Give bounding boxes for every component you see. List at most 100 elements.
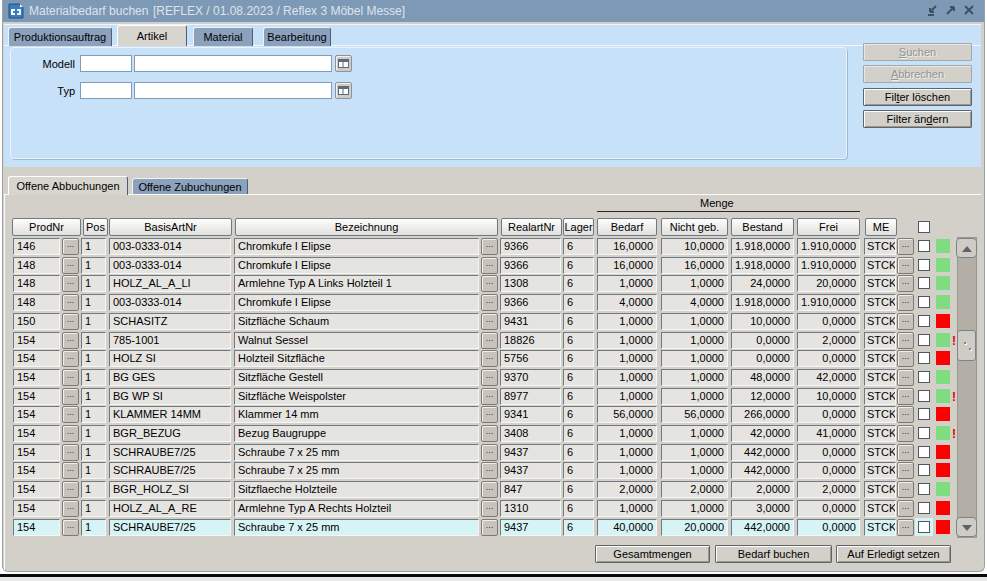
cell-me[interactable]: STCK bbox=[864, 406, 896, 423]
cell-basisartnr[interactable]: BGR_HOLZ_SI bbox=[109, 481, 231, 498]
cell-bedarf[interactable]: 16,0000 bbox=[597, 257, 657, 274]
row-lov-button[interactable]: ... bbox=[62, 500, 79, 517]
modell-text-input[interactable] bbox=[134, 55, 332, 72]
cell-bestand[interactable]: 10,0000 bbox=[731, 313, 794, 330]
cell-bedarf[interactable]: 1,0000 bbox=[597, 332, 657, 349]
cell-bezeichnung[interactable]: Chromkufe I Elipse bbox=[234, 294, 479, 311]
cell-lager[interactable]: 6 bbox=[563, 275, 594, 292]
cell-bedarf[interactable]: 1,0000 bbox=[597, 388, 657, 405]
cell-lager[interactable]: 6 bbox=[563, 481, 594, 498]
row-lov-button[interactable]: ... bbox=[481, 257, 498, 274]
cell-bezeichnung[interactable]: Klammer 14 mm bbox=[234, 406, 479, 423]
cell-realartnr[interactable]: 9366 bbox=[500, 294, 561, 311]
cell-me[interactable]: STCK bbox=[864, 238, 896, 255]
cell-bestand[interactable]: 442,0000 bbox=[731, 462, 794, 479]
cell-bedarf[interactable]: 56,0000 bbox=[597, 406, 657, 423]
cell-bestand[interactable]: 42,0000 bbox=[731, 425, 794, 442]
row-lov-button[interactable]: ... bbox=[62, 294, 79, 311]
cell-frei[interactable]: 10,0000 bbox=[797, 388, 860, 405]
cell-bedarf[interactable]: 4,0000 bbox=[597, 294, 657, 311]
row-lov-button[interactable]: ... bbox=[62, 388, 79, 405]
typ-text-input[interactable] bbox=[134, 82, 332, 99]
row-lov-button[interactable]: ... bbox=[62, 519, 79, 536]
cell-lager[interactable]: 6 bbox=[563, 332, 594, 349]
column-header-pos[interactable]: Pos bbox=[83, 218, 108, 236]
filter-button-abbrechen[interactable]: Abbrechen bbox=[863, 65, 972, 83]
row-lov-button[interactable]: ... bbox=[897, 519, 914, 536]
column-header-frei[interactable]: Frei bbox=[797, 218, 860, 236]
close-icon[interactable] bbox=[962, 3, 976, 17]
cell-nicht_geb[interactable]: 1,0000 bbox=[661, 462, 728, 479]
cell-frei[interactable]: 1.910,0000 bbox=[797, 294, 860, 311]
row-checkbox[interactable] bbox=[918, 296, 930, 308]
modell-code-input[interactable] bbox=[80, 55, 132, 72]
auf-erledigt-setzen-button[interactable]: Auf Erledigt setzen bbox=[836, 545, 951, 563]
cell-nicht_geb[interactable]: 1,0000 bbox=[661, 369, 728, 386]
cell-basisartnr[interactable]: 785-1001 bbox=[109, 332, 231, 349]
tab-material[interactable]: Material bbox=[193, 27, 253, 46]
cell-bezeichnung[interactable]: Chromkufe I Elipse bbox=[234, 238, 479, 255]
cell-prodnr[interactable]: 154 bbox=[13, 406, 60, 423]
column-header-realartnr[interactable]: RealartNr bbox=[501, 218, 562, 236]
cell-bezeichnung[interactable]: Sitzfläche Weispolster bbox=[234, 388, 479, 405]
column-header-bestand[interactable]: Bestand bbox=[731, 218, 794, 236]
title-bar[interactable]: Materialbedarf buchen [REFLEX / 01.08.20… bbox=[3, 0, 984, 22]
cell-bedarf[interactable]: 16,0000 bbox=[597, 238, 657, 255]
row-lov-button[interactable]: ... bbox=[897, 388, 914, 405]
row-checkbox[interactable] bbox=[918, 483, 930, 495]
row-checkbox[interactable] bbox=[918, 277, 930, 289]
row-checkbox[interactable] bbox=[918, 521, 930, 533]
cell-lager[interactable]: 6 bbox=[563, 500, 594, 517]
cell-nicht_geb[interactable]: 16,0000 bbox=[661, 257, 728, 274]
cell-nicht_geb[interactable]: 1,0000 bbox=[661, 350, 728, 367]
row-lov-button[interactable]: ... bbox=[481, 294, 498, 311]
cell-pos[interactable]: 1 bbox=[81, 238, 106, 255]
cell-lager[interactable]: 6 bbox=[563, 406, 594, 423]
column-header-me[interactable]: ME bbox=[865, 218, 897, 236]
cell-lager[interactable]: 6 bbox=[563, 444, 594, 461]
cell-lager[interactable]: 6 bbox=[563, 238, 594, 255]
cell-bestand[interactable]: 442,0000 bbox=[731, 519, 794, 536]
column-header-lager[interactable]: Lager bbox=[563, 218, 594, 236]
row-lov-button[interactable]: ... bbox=[62, 313, 79, 330]
cell-pos[interactable]: 1 bbox=[81, 500, 106, 517]
cell-me[interactable]: STCK bbox=[864, 350, 896, 367]
column-header-bedarf[interactable]: Bedarf bbox=[597, 218, 657, 236]
row-lov-button[interactable]: ... bbox=[481, 406, 498, 423]
row-lov-button[interactable]: ... bbox=[62, 406, 79, 423]
row-checkbox[interactable] bbox=[918, 240, 930, 252]
row-lov-button[interactable]: ... bbox=[62, 462, 79, 479]
filter-button-filter-l-schen[interactable]: Filter löschen bbox=[863, 88, 972, 106]
row-lov-button[interactable]: ... bbox=[481, 238, 498, 255]
cell-realartnr[interactable]: 1310 bbox=[500, 500, 561, 517]
cell-pos[interactable]: 1 bbox=[81, 275, 106, 292]
cell-pos[interactable]: 1 bbox=[81, 332, 106, 349]
cell-basisartnr[interactable]: SCHRAUBE7/25 bbox=[109, 519, 231, 536]
row-checkbox[interactable] bbox=[918, 446, 930, 458]
row-checkbox[interactable] bbox=[918, 502, 930, 514]
cell-bedarf[interactable]: 1,0000 bbox=[597, 500, 657, 517]
row-lov-button[interactable]: ... bbox=[897, 462, 914, 479]
cell-prodnr[interactable]: 154 bbox=[13, 444, 60, 461]
bedarf-buchen-button[interactable]: Bedarf buchen bbox=[715, 545, 832, 563]
gesamtmengen-button[interactable]: Gesamtmengen bbox=[595, 545, 710, 563]
row-lov-button[interactable]: ... bbox=[62, 275, 79, 292]
row-lov-button[interactable]: ... bbox=[897, 481, 914, 498]
cell-frei[interactable]: 0,0000 bbox=[797, 406, 860, 423]
cell-prodnr[interactable]: 148 bbox=[13, 294, 60, 311]
cell-bedarf[interactable]: 1,0000 bbox=[597, 313, 657, 330]
cell-bestand[interactable]: 1.918,0000 bbox=[731, 294, 794, 311]
cell-bezeichnung[interactable]: Armlehne Typ A Rechts Holzteil bbox=[234, 500, 479, 517]
cell-basisartnr[interactable]: HOLZ SI bbox=[109, 350, 231, 367]
cell-me[interactable]: STCK bbox=[864, 388, 896, 405]
cell-basisartnr[interactable]: HOLZ_AL_A_LI bbox=[109, 275, 231, 292]
cell-realartnr[interactable]: 9437 bbox=[500, 444, 561, 461]
cell-realartnr[interactable]: 1308 bbox=[500, 275, 561, 292]
tab-offene-abbuchungen[interactable]: Offene Abbuchungen bbox=[8, 176, 128, 195]
cell-realartnr[interactable]: 9370 bbox=[500, 369, 561, 386]
cell-realartnr[interactable]: 5756 bbox=[500, 350, 561, 367]
row-lov-button[interactable]: ... bbox=[897, 294, 914, 311]
cell-me[interactable]: STCK bbox=[864, 275, 896, 292]
cell-me[interactable]: STCK bbox=[864, 294, 896, 311]
cell-frei[interactable]: 20,0000 bbox=[797, 275, 860, 292]
